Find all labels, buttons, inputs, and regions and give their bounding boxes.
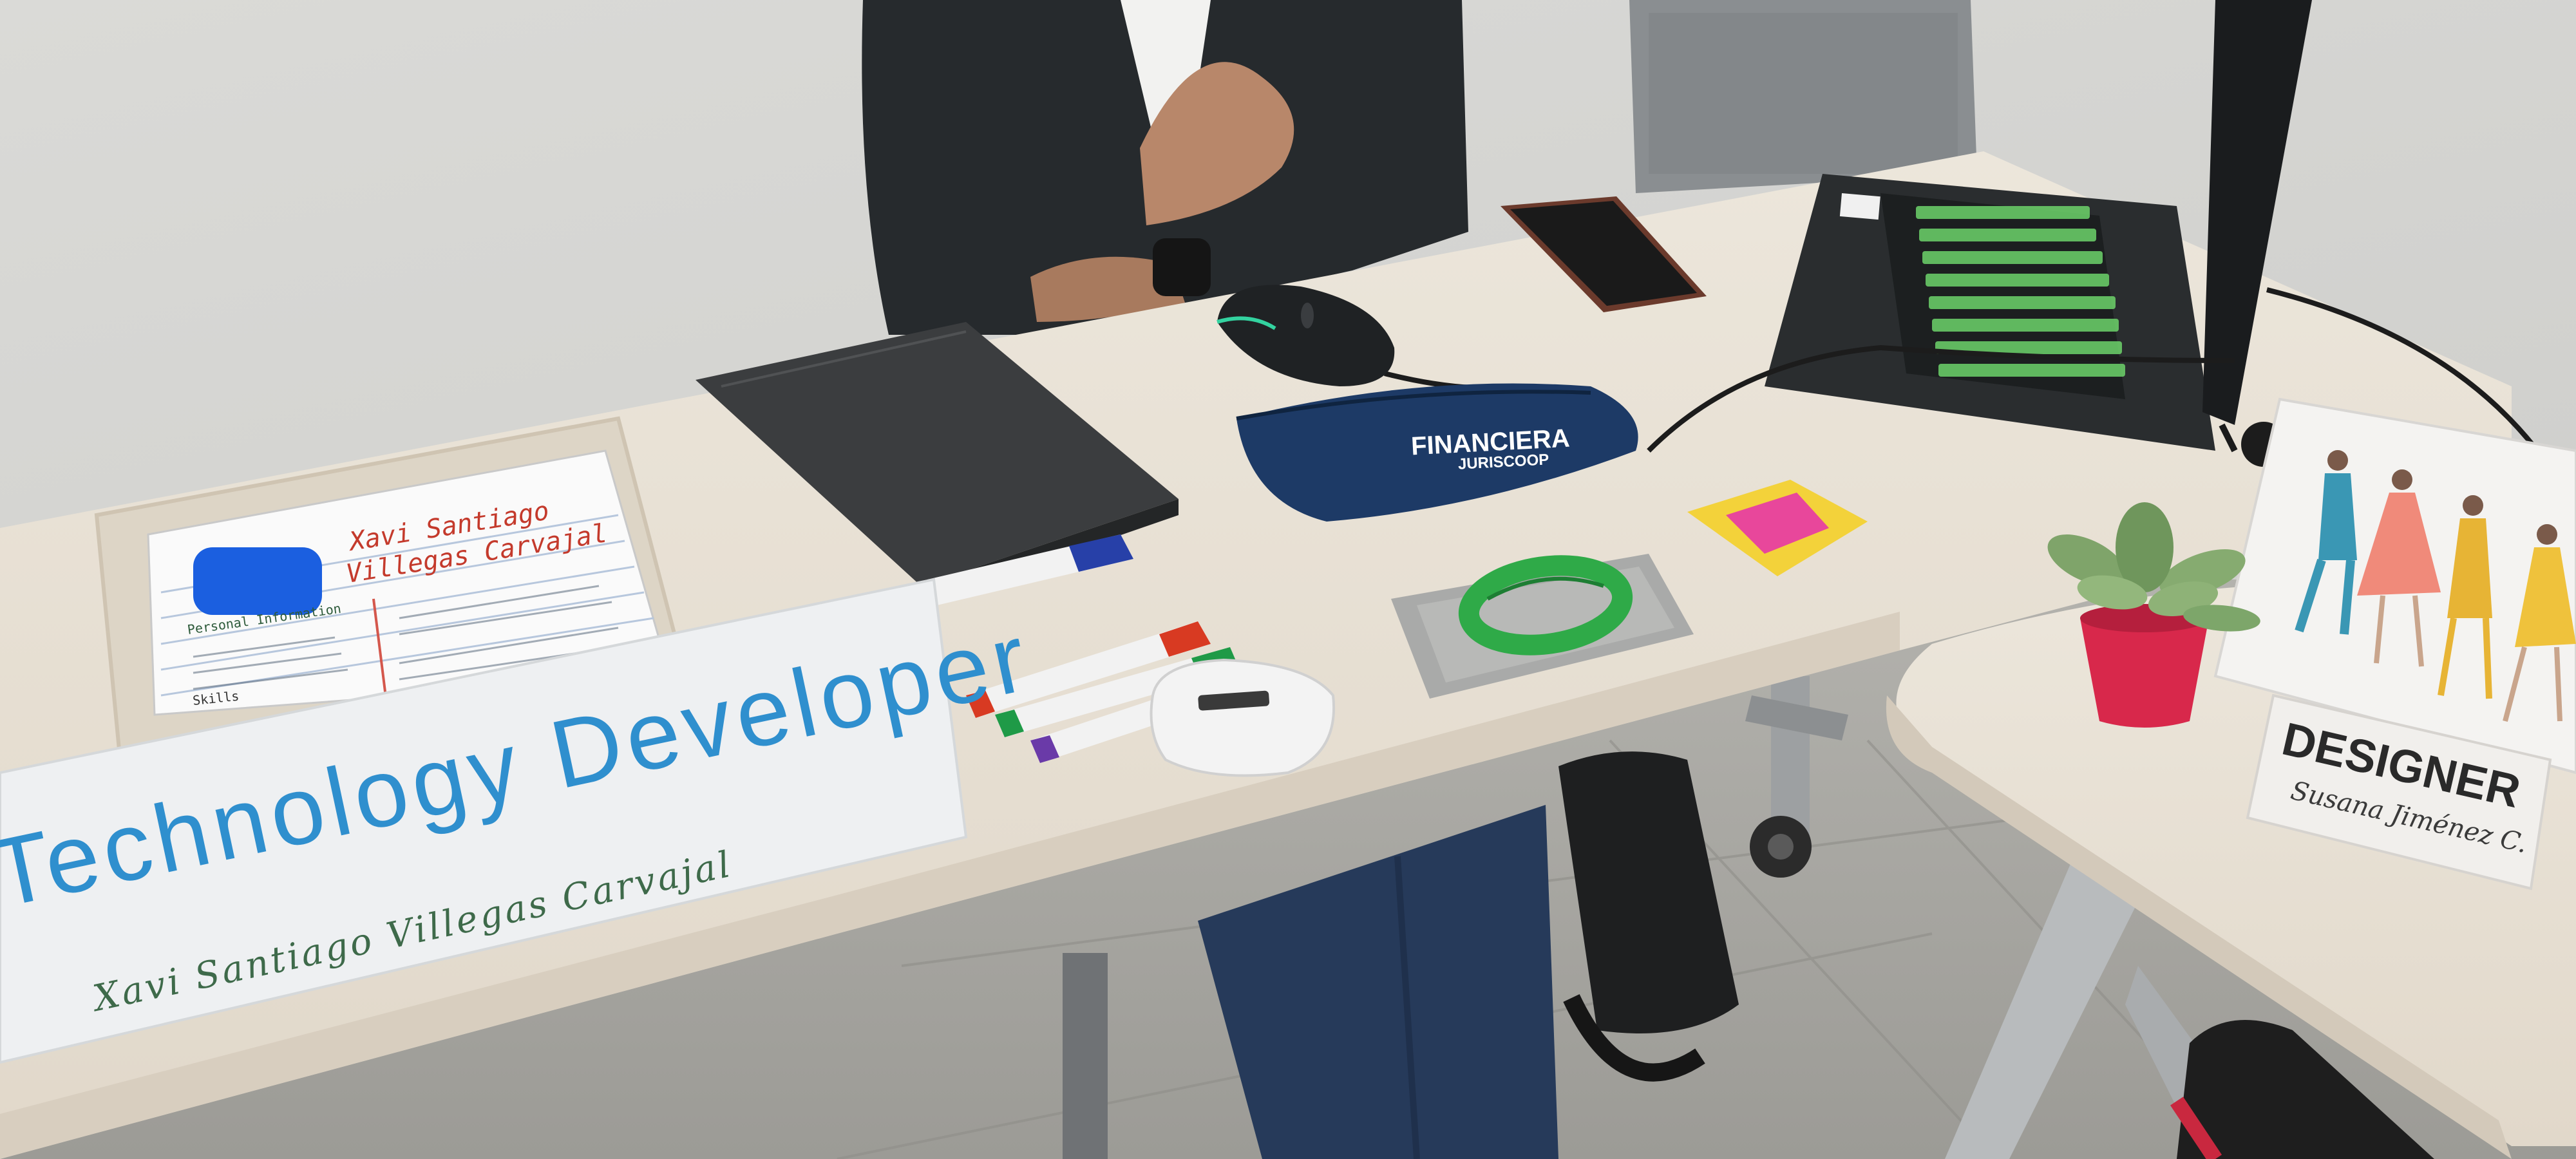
redacted-blue-mark [193, 547, 322, 615]
chair-mesh [1649, 13, 1958, 174]
desk-leg-left [1063, 953, 1108, 1159]
smartwatch [1153, 238, 1211, 296]
photo-scene: Xavi Santiago Villegas Carvajal Personal… [0, 0, 2576, 1159]
earbuds-case [1150, 658, 1336, 777]
